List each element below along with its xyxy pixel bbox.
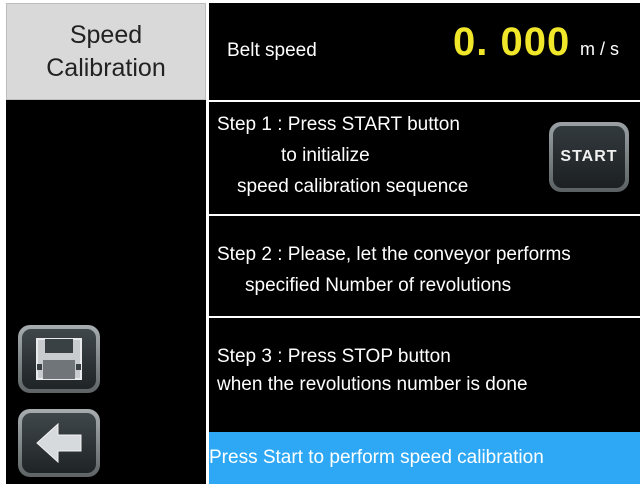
save-button[interactable]: [18, 325, 100, 393]
step-3-line-1: Step 3 : Press STOP button: [217, 346, 451, 367]
save-icon: [36, 338, 82, 380]
calibration-screen: Speed Calibration Belt speed 0. 000 m / …: [6, 3, 640, 484]
step-3-row: Step 3 : Press STOP button when the revo…: [209, 318, 640, 430]
step-1-line-2: to initialize: [281, 145, 370, 166]
back-arrow-icon: [36, 422, 82, 464]
step-1-line-3: speed calibration sequence: [237, 176, 469, 197]
left-panel: [6, 102, 206, 484]
status-bar: Press Start to perform speed calibration: [209, 432, 640, 484]
belt-speed-unit: m / s: [580, 39, 619, 59]
belt-speed-value: 0. 000: [453, 20, 571, 64]
step-1-row: Step 1 : Press START button to initializ…: [209, 102, 640, 214]
step-2-line-1: Step 2 : Please, let the conveyor perfor…: [217, 244, 571, 265]
step-3-line-2: when the revolutions number is done: [217, 374, 528, 395]
start-button-label: START: [553, 126, 625, 188]
screen-title: Speed Calibration: [6, 3, 206, 100]
step-1-line-1: Step 1 : Press START button: [217, 114, 460, 135]
title-line-2: Calibration: [46, 53, 166, 82]
status-message: Press Start to perform speed calibration: [209, 447, 544, 468]
title-line-1: Speed: [69, 20, 143, 49]
step-2-line-2: specified Number of revolutions: [245, 275, 512, 296]
belt-speed-header: Belt speed 0. 000 m / s: [209, 3, 640, 100]
start-button[interactable]: START: [549, 122, 629, 192]
step-2-row: Step 2 : Please, let the conveyor perfor…: [209, 216, 640, 316]
back-button[interactable]: [18, 409, 100, 477]
belt-speed-label: Belt speed: [227, 40, 317, 61]
